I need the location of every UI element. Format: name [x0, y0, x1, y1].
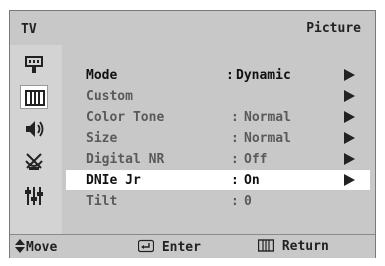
- menu-item-label: Mode: [86, 68, 118, 83]
- menu-return-icon: [257, 239, 275, 252]
- menu-item-colon: :: [226, 68, 234, 83]
- menu-item-value: 0: [244, 194, 252, 209]
- return-hint: Return: [257, 239, 329, 254]
- input-plug-icon[interactable]: [20, 53, 48, 77]
- picture-icon[interactable]: [20, 85, 48, 109]
- menu-item-tilt[interactable]: Tilt : 0: [66, 191, 370, 211]
- menu-item-label: Color Tone: [86, 110, 165, 125]
- menu-item-mode[interactable]: Mode : Dynamic: [66, 65, 370, 85]
- antenna-channel-icon[interactable]: [20, 149, 48, 173]
- menu-item-colon: :: [231, 173, 239, 188]
- enter-key-icon: [137, 239, 155, 253]
- move-hint: Move: [14, 239, 57, 255]
- right-arrow-icon: [344, 174, 355, 186]
- menu-item-label: Custom: [86, 89, 133, 104]
- menu-item-label: Digital NR: [86, 152, 165, 167]
- menu-item-value: Off: [244, 152, 268, 167]
- menu-item-colon: :: [231, 194, 239, 209]
- menu-item-color-tone[interactable]: Color Tone : Normal: [66, 107, 370, 127]
- menu-item-label: DNIe Jr: [86, 173, 141, 188]
- right-arrow-icon: [344, 153, 355, 165]
- up-down-arrows-icon: [15, 239, 25, 253]
- menu-item-digital-nr[interactable]: Digital NR : Off: [66, 149, 370, 169]
- key-guide-footer: Move Enter Return: [10, 234, 375, 258]
- menu-item-custom[interactable]: Custom: [66, 86, 370, 106]
- category-sidebar: [10, 45, 62, 234]
- source-label: TV: [21, 22, 37, 37]
- menu-item-label: Tilt: [86, 194, 118, 209]
- right-arrow-icon: [344, 132, 355, 144]
- menu-list: Mode : Dynamic Custom Color Tone : Norma…: [66, 51, 370, 231]
- right-arrow-icon: [344, 90, 355, 102]
- osd-menu-panel: TV Picture Mode: Dynamic Custom Color T…: [9, 10, 376, 258]
- menu-item-label: Size: [86, 131, 118, 146]
- enter-label: Enter: [161, 240, 201, 255]
- move-label: Move: [26, 240, 58, 255]
- menu-item-dnie-jr[interactable]: DNIe Jr : On: [66, 170, 370, 190]
- menu-item-value: Dynamic: [236, 68, 291, 83]
- right-arrow-icon: [344, 111, 355, 123]
- enter-hint: Enter: [137, 239, 201, 255]
- menu-item-colon: :: [231, 110, 239, 125]
- menu-item-value: On: [244, 173, 260, 188]
- return-label: Return: [281, 239, 329, 254]
- menu-item-value: Normal: [244, 110, 291, 125]
- menu-item-size[interactable]: Size : Normal: [66, 128, 370, 148]
- sound-speaker-icon[interactable]: [20, 117, 48, 141]
- menu-item-value: Normal: [244, 131, 291, 146]
- menu-header: TV Picture: [10, 11, 375, 45]
- right-arrow-icon: [344, 69, 355, 81]
- menu-item-colon: :: [231, 131, 239, 146]
- setup-sliders-icon[interactable]: [20, 183, 48, 207]
- menu-title: Picture: [306, 21, 361, 36]
- menu-item-colon: :: [231, 152, 239, 167]
